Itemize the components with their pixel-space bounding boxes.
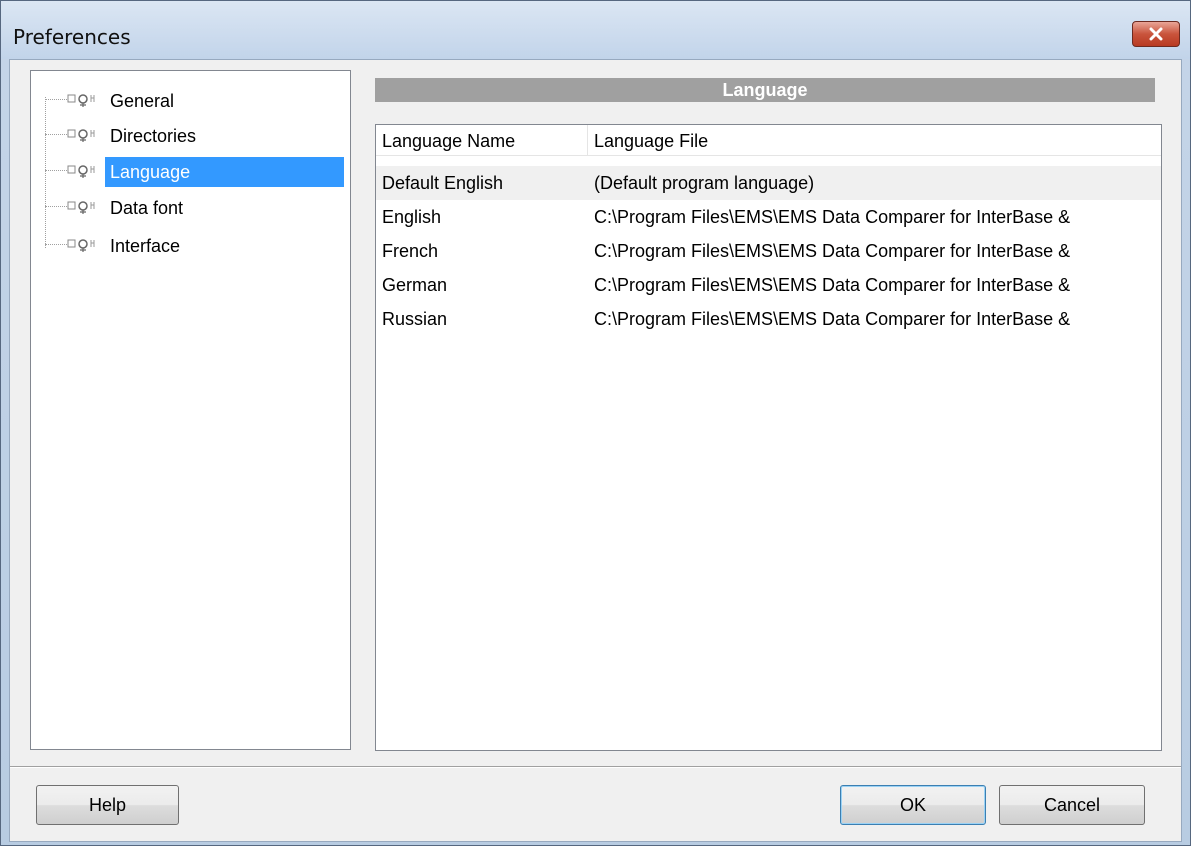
preferences-tree: General Directories Language Data font I… xyxy=(30,70,351,750)
language-file-cell: C:\Program Files\EMS\EMS Data Comparer f… xyxy=(594,309,1071,329)
section-title: Language xyxy=(375,78,1155,102)
tree-item-label: Interface xyxy=(110,236,181,256)
dialog-client-area: General Directories Language Data font I… xyxy=(9,59,1182,842)
column-header-language-file[interactable]: Language File xyxy=(588,125,1161,156)
cancel-button[interactable]: Cancel xyxy=(999,785,1145,825)
tree-item-label: Data font xyxy=(110,198,184,218)
tree-item-label: Language xyxy=(105,157,344,187)
list-row[interactable]: German C:\Program Files\EMS\EMS Data Com… xyxy=(376,268,1161,302)
tree-item-language[interactable]: Language xyxy=(45,154,345,188)
language-file-cell: C:\Program Files\EMS\EMS Data Comparer f… xyxy=(594,207,1071,227)
help-button[interactable]: Help xyxy=(36,785,179,825)
node-icon xyxy=(67,94,95,107)
close-icon xyxy=(1149,27,1163,41)
footer-divider xyxy=(10,766,1181,768)
tree-item-data-font[interactable]: Data font xyxy=(45,190,345,224)
column-header-language-name[interactable]: Language Name xyxy=(376,125,588,156)
list-row[interactable]: English C:\Program Files\EMS\EMS Data Co… xyxy=(376,200,1161,234)
tree-item-interface[interactable]: Interface xyxy=(45,228,345,262)
tree-item-directories[interactable]: Directories xyxy=(45,118,345,152)
list-header: Language Name Language File xyxy=(376,125,1161,156)
list-row[interactable]: Default English (Default program languag… xyxy=(376,166,1161,200)
language-name-cell: English xyxy=(382,207,442,227)
tree-item-label: Directories xyxy=(110,126,197,146)
title-bar: Preferences xyxy=(1,1,1190,59)
language-list[interactable]: Language Name Language File Default Engl… xyxy=(375,124,1162,751)
tree-item-general[interactable]: General xyxy=(45,83,345,117)
language-name-cell: Default English xyxy=(382,173,504,193)
language-file-cell: C:\Program Files\EMS\EMS Data Comparer f… xyxy=(594,241,1071,261)
node-icon xyxy=(67,129,95,142)
language-file-cell: C:\Program Files\EMS\EMS Data Comparer f… xyxy=(594,275,1071,295)
preferences-dialog: Preferences General Directories Language… xyxy=(0,0,1191,846)
node-icon xyxy=(67,165,95,178)
ok-button[interactable]: OK xyxy=(840,785,986,825)
node-icon xyxy=(67,239,95,252)
list-row[interactable]: French C:\Program Files\EMS\EMS Data Com… xyxy=(376,234,1161,268)
language-name-cell: Russian xyxy=(382,309,448,329)
node-icon xyxy=(67,201,95,214)
language-name-cell: German xyxy=(382,275,448,295)
tree-item-label: General xyxy=(110,91,175,111)
list-row[interactable]: Russian C:\Program Files\EMS\EMS Data Co… xyxy=(376,302,1161,336)
window-title: Preferences xyxy=(13,25,131,49)
close-button[interactable] xyxy=(1132,21,1180,47)
language-file-cell: (Default program language) xyxy=(594,173,815,193)
language-name-cell: French xyxy=(382,241,439,261)
